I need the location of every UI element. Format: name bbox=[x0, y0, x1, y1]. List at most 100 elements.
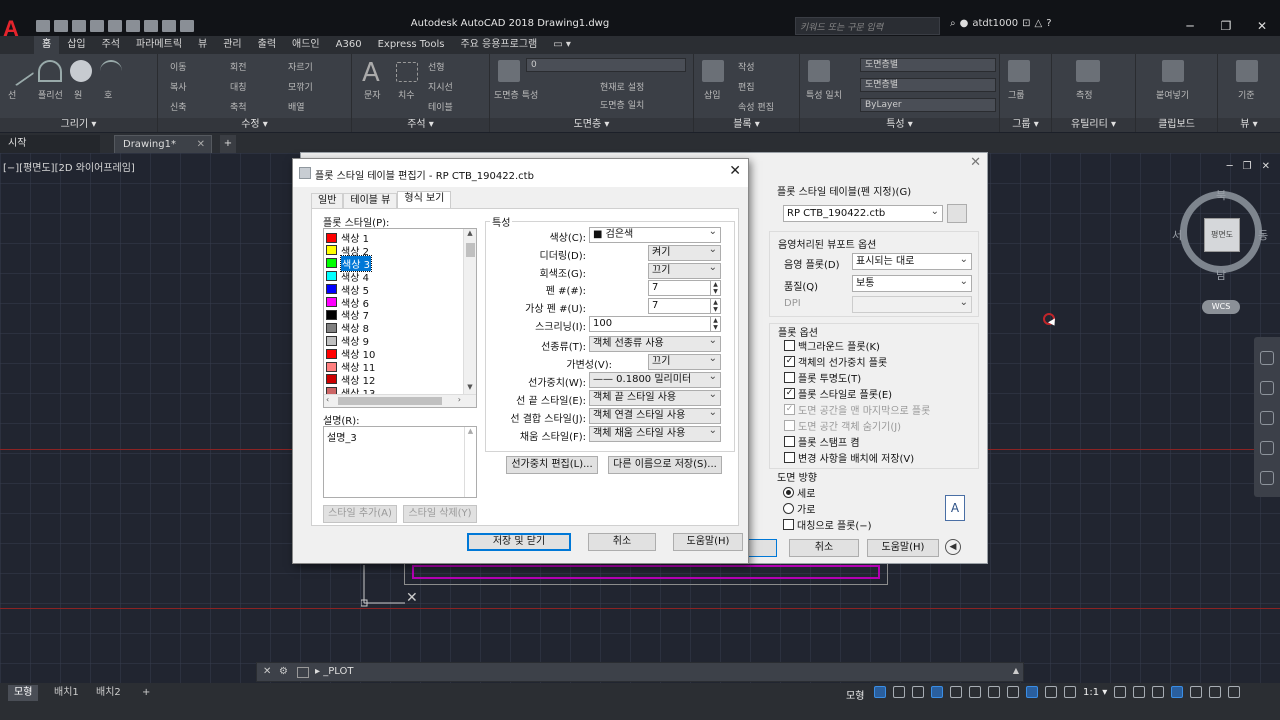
compass-east[interactable]: 동 bbox=[1258, 227, 1268, 243]
save-and-close-button[interactable]: 저장 및 닫기 bbox=[467, 533, 571, 551]
viewcube[interactable]: 평면도 북 남 동 서 bbox=[1172, 187, 1268, 282]
minimize-button[interactable]: ─ bbox=[1172, 16, 1208, 36]
save-as-button[interactable]: 다른 이름으로 저장(S)... bbox=[608, 456, 722, 474]
grid-icon[interactable] bbox=[874, 686, 886, 698]
array-button[interactable]: 배열 bbox=[288, 100, 305, 113]
plot-help-button[interactable]: 도움말(H) bbox=[867, 539, 939, 557]
lineweight-icon[interactable] bbox=[988, 686, 1000, 698]
line-end-style-select[interactable]: 객체 끝 스타일 사용 bbox=[589, 388, 721, 406]
checkbox-box[interactable]: ✓ bbox=[784, 404, 795, 415]
dimension-icon[interactable] bbox=[396, 62, 418, 82]
copy-button[interactable]: 복사 bbox=[170, 80, 187, 93]
open-file-icon[interactable] bbox=[54, 20, 68, 32]
isolate-objects-icon[interactable] bbox=[1190, 686, 1203, 698]
checkbox-box[interactable] bbox=[784, 420, 795, 431]
viewport-minimize-icon[interactable]: ─ bbox=[1227, 161, 1233, 172]
ortho-icon[interactable] bbox=[912, 686, 924, 698]
create-block-button[interactable]: 작성 bbox=[738, 60, 755, 73]
polar-icon[interactable] bbox=[931, 686, 943, 698]
circle-icon[interactable] bbox=[70, 60, 92, 82]
units-icon[interactable] bbox=[1152, 686, 1165, 698]
help-icon[interactable]: ? bbox=[1046, 18, 1051, 29]
match-properties-icon[interactable] bbox=[808, 60, 830, 82]
insert-block-icon[interactable] bbox=[702, 60, 724, 82]
paste-icon[interactable] bbox=[1162, 60, 1184, 82]
checkbox-box[interactable]: ✓ bbox=[784, 388, 795, 399]
plot-transparency-checkbox[interactable]: 플롯 투명도(T) bbox=[784, 370, 861, 385]
save-icon[interactable] bbox=[72, 20, 86, 32]
annotation-monitor-icon[interactable] bbox=[1133, 686, 1146, 698]
edit-lineweights-button[interactable]: 선가중치 편집(L)... bbox=[506, 456, 598, 474]
hide-paperspace-objects-checkbox[interactable]: 도면 공간 객체 숨기기(J) bbox=[784, 418, 901, 433]
save-as-icon[interactable] bbox=[90, 20, 104, 32]
scroll-thumb[interactable] bbox=[466, 243, 475, 257]
measure-icon[interactable] bbox=[1076, 60, 1100, 82]
linear-button[interactable]: 선형 bbox=[428, 60, 445, 73]
spin-icon[interactable]: ▲ ▼ bbox=[710, 299, 720, 313]
tab-annotate[interactable]: 주석 bbox=[94, 36, 128, 54]
lineweight-dropdown[interactable]: ByLayer bbox=[860, 98, 996, 112]
layer-dropdown[interactable]: 0 bbox=[526, 58, 686, 72]
background-plot-checkbox[interactable]: 백그라운드 플롯(K) bbox=[784, 338, 880, 353]
scroll-right-icon[interactable]: › bbox=[458, 395, 461, 404]
spin-icon[interactable]: ▲ ▼ bbox=[710, 317, 720, 331]
tab-panel-toggle[interactable]: ▭ ▾ bbox=[545, 36, 579, 54]
save-to-layout-checkbox[interactable]: 변경 사항을 배치에 저장(V) bbox=[784, 450, 914, 465]
annotation-visibility-icon[interactable] bbox=[1026, 686, 1038, 698]
user-icon[interactable]: ● bbox=[960, 18, 969, 29]
autoscale-icon[interactable] bbox=[1045, 686, 1057, 698]
clean-screen-icon[interactable] bbox=[1209, 686, 1222, 698]
base-view-icon[interactable] bbox=[1236, 60, 1258, 82]
editor-cancel-button[interactable]: 취소 bbox=[588, 533, 656, 551]
plot-icon[interactable] bbox=[126, 20, 140, 32]
viewport-restore-icon[interactable]: ❐ bbox=[1243, 161, 1252, 172]
utilities-panel-label[interactable]: 유틸리티 ▾ bbox=[1052, 118, 1135, 132]
dpi-input[interactable] bbox=[852, 295, 972, 313]
linetype-dropdown[interactable]: 도면층별 bbox=[860, 78, 996, 92]
style-list-horizontal-scrollbar[interactable]: ‹ › bbox=[324, 394, 476, 407]
polyline-icon[interactable] bbox=[38, 60, 62, 82]
view-panel-label[interactable]: 뷰 ▾ bbox=[1218, 118, 1280, 132]
start-tab[interactable]: 시작 bbox=[0, 135, 100, 153]
annotation-scale-value[interactable]: 1:1 ▾ bbox=[1083, 687, 1107, 698]
checkbox-box[interactable] bbox=[784, 452, 795, 463]
osnap-icon[interactable] bbox=[969, 686, 981, 698]
radio-circle[interactable] bbox=[783, 487, 794, 498]
plot-style-table-select[interactable]: RP CTB_190422.ctb bbox=[783, 204, 943, 222]
editor-close-icon[interactable]: ✕ bbox=[729, 163, 741, 179]
dither-select[interactable]: 켜기 bbox=[648, 243, 721, 261]
tab-express-tools[interactable]: Express Tools bbox=[370, 36, 453, 54]
plot-paperspace-last-checkbox[interactable]: ✓ 도면 공간을 맨 마지막으로 플롯 bbox=[784, 402, 930, 417]
plot-stamp-checkbox[interactable]: 플롯 스탬프 켬 bbox=[784, 434, 860, 449]
plot-lineweights-checkbox[interactable]: ✓ 객체의 선가중치 플롯 bbox=[784, 354, 887, 369]
style-list-vertical-scrollbar[interactable]: ▲ ▼ bbox=[463, 229, 476, 395]
tab-general[interactable]: 일반 bbox=[311, 193, 344, 209]
tab-home[interactable]: 홈 bbox=[34, 36, 60, 54]
landscape-radio[interactable]: 가로 bbox=[783, 501, 815, 516]
checkbox-box[interactable] bbox=[783, 519, 794, 530]
hscroll-thumb[interactable] bbox=[338, 397, 442, 405]
viewcube-top-face[interactable]: 평면도 bbox=[1204, 218, 1240, 252]
make-current-button[interactable]: 현재로 설정 bbox=[600, 80, 644, 93]
compass-west[interactable]: 서 bbox=[1172, 227, 1182, 243]
model-tab[interactable]: 모형 bbox=[8, 685, 39, 701]
rotate-button[interactable]: 회전 bbox=[230, 60, 247, 73]
quality-select[interactable]: 보통 bbox=[852, 274, 972, 292]
cmd-close-icon[interactable]: ✕ bbox=[263, 666, 271, 677]
customize-status-icon[interactable] bbox=[1228, 686, 1241, 698]
virtual-pen-input[interactable]: 7 ▲ ▼ bbox=[648, 298, 721, 314]
close-tab-icon[interactable]: ✕ bbox=[197, 136, 205, 154]
cart-icon[interactable]: ⊡ bbox=[1022, 18, 1030, 29]
editor-help-button[interactable]: 도움말(H) bbox=[673, 533, 743, 551]
upside-down-checkbox[interactable]: 대칭으로 플롯(−) bbox=[783, 517, 872, 532]
stretch-button[interactable]: 신축 bbox=[170, 100, 187, 113]
text-icon[interactable]: A bbox=[362, 58, 380, 88]
new-file-icon[interactable] bbox=[36, 20, 50, 32]
customize-qat-icon[interactable] bbox=[180, 20, 194, 32]
close-button[interactable]: ✕ bbox=[1244, 16, 1280, 36]
tab-a360[interactable]: A360 bbox=[328, 36, 370, 54]
a360-icon[interactable]: △ bbox=[1035, 18, 1043, 29]
annotation-scale-icon[interactable] bbox=[1064, 686, 1076, 698]
linetype-select[interactable]: 객체 선종류 사용 bbox=[589, 334, 721, 352]
pan-icon[interactable] bbox=[1260, 381, 1274, 395]
